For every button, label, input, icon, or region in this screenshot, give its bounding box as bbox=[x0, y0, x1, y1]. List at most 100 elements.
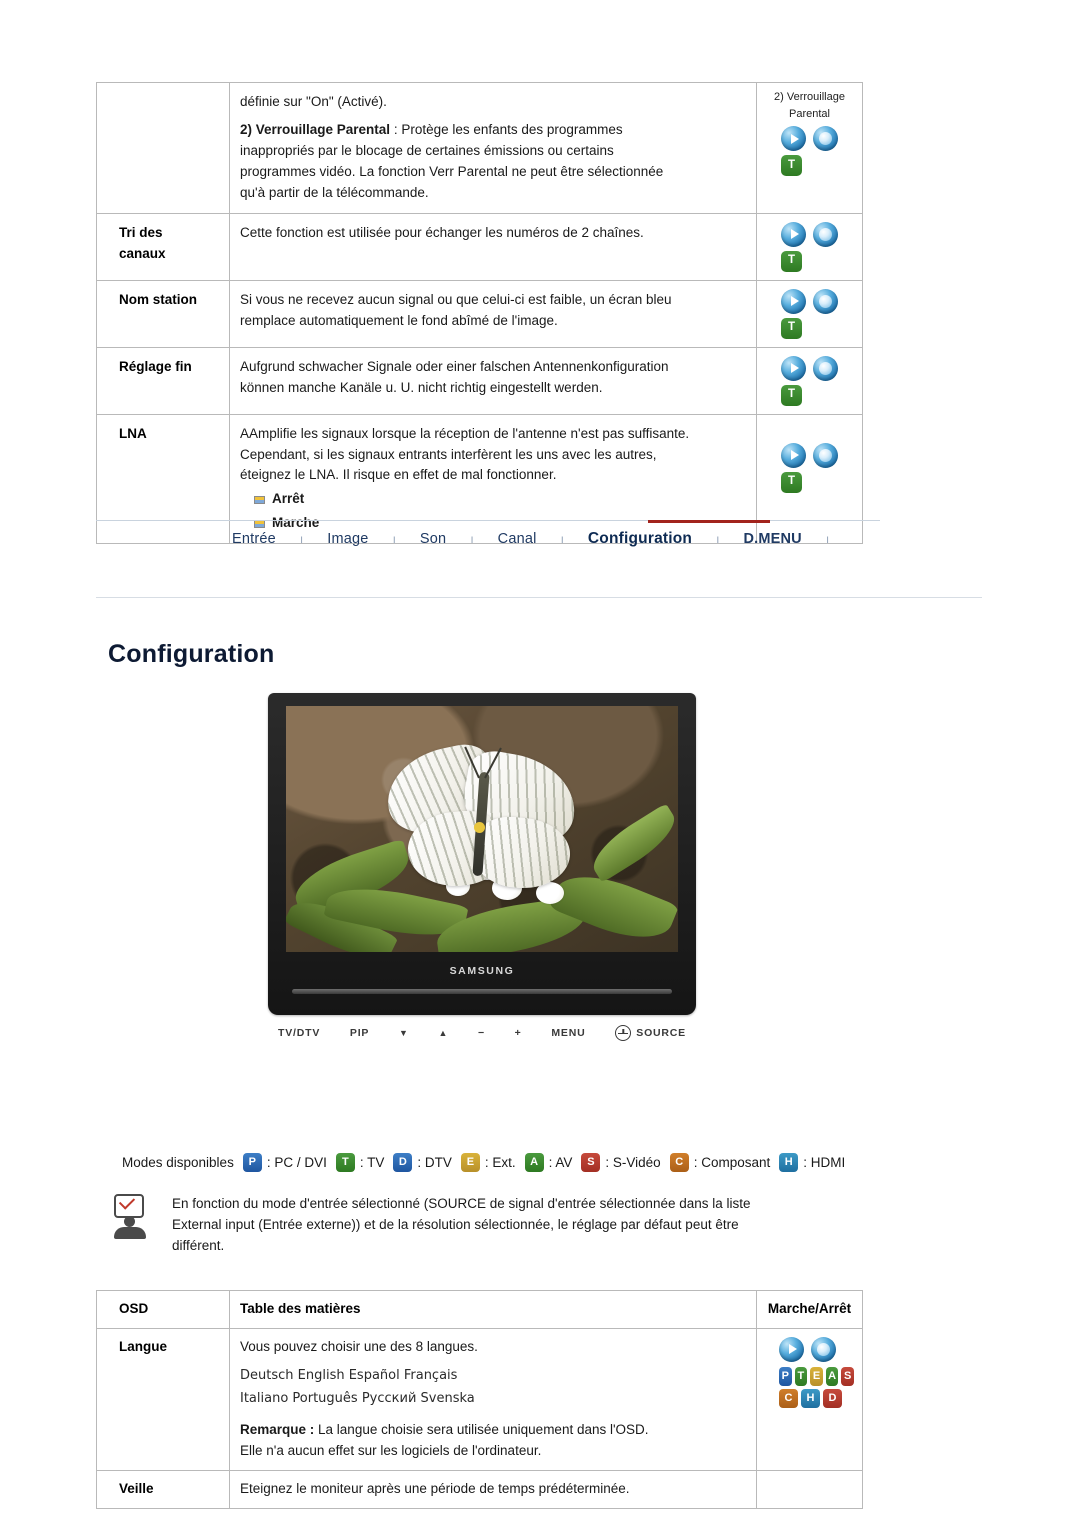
ball-orb-icon bbox=[813, 126, 838, 151]
button-tv-dtv[interactable]: TV/DTV bbox=[278, 1027, 320, 1039]
desc-line: Vous pouvez choisir une des 8 langues. bbox=[240, 1338, 478, 1354]
mode-badge-c-icon: C bbox=[779, 1388, 798, 1408]
button-minus[interactable]: − bbox=[478, 1027, 485, 1039]
desc-line: Si vous ne recevez aucun signal ou que c… bbox=[240, 291, 672, 307]
mode-badge-d-icon: D bbox=[823, 1388, 842, 1408]
brand-logo: SAMSUNG bbox=[449, 965, 515, 977]
nav-separator: ı bbox=[470, 532, 474, 546]
mode-icon-row bbox=[765, 288, 854, 314]
button-down-arrow-icon[interactable]: ▼ bbox=[399, 1028, 409, 1038]
page-title: Configuration bbox=[108, 640, 275, 668]
row-label-cell bbox=[96, 82, 230, 214]
desc-line: können manche Kanäle u. U. nicht richtig… bbox=[240, 379, 603, 395]
option-item: Arrêt bbox=[240, 489, 746, 510]
column-header-contents: Table des matières bbox=[229, 1290, 757, 1329]
mode-icon-row: T bbox=[765, 471, 854, 493]
desc-line: inappropriés par le blocage de certaines… bbox=[240, 142, 614, 158]
desc-line: Cette fonction est utilisée pour échange… bbox=[240, 224, 644, 240]
button-plus[interactable]: + bbox=[515, 1027, 522, 1039]
table-header-row: OSD Table des matières Marche/Arrêt bbox=[96, 1290, 863, 1329]
mode-badge-grid: P T E A S C H D bbox=[765, 1366, 854, 1408]
nav-item-son[interactable]: Son bbox=[414, 531, 452, 547]
row-mode-icons-cell: T bbox=[756, 347, 863, 415]
button-menu[interactable]: MENU bbox=[551, 1027, 585, 1039]
mode-badge-h-icon: H bbox=[801, 1388, 820, 1408]
remark-line: Elle n'a aucun effet sur les logiciels d… bbox=[240, 1443, 542, 1459]
mode-text-composant: : Composant bbox=[693, 1155, 771, 1170]
mode-icon-row: T bbox=[765, 155, 854, 176]
play-orb-icon bbox=[779, 1336, 804, 1362]
row-description-cell: Cette fonction est utilisée pour échange… bbox=[229, 213, 757, 281]
play-orb-icon bbox=[781, 221, 806, 247]
mode-badge-composant-icon: C bbox=[669, 1153, 689, 1172]
column-header-onoff: Marche/Arrêt bbox=[756, 1290, 863, 1329]
row-description-cell: Vous pouvez choisir une des 8 langues. D… bbox=[229, 1327, 757, 1472]
play-orb-icon bbox=[781, 355, 806, 381]
row-description-cell: définie sur "On" (Activé). 2) Verrouilla… bbox=[229, 82, 757, 214]
desc-line: programmes vidéo. La fonction Verr Paren… bbox=[240, 163, 664, 179]
nav-item-entree[interactable]: Entrée bbox=[226, 531, 282, 547]
tv-mode-badge-icon: T bbox=[781, 250, 802, 272]
table-row: Langue Vous pouvez choisir une des 8 lan… bbox=[96, 1327, 863, 1472]
monitor-screen bbox=[286, 706, 678, 952]
row-label-cell: Nom station bbox=[96, 280, 230, 348]
desc-line: 2) Verrouillage Parental : Protège les e… bbox=[240, 121, 623, 137]
mode-badge-hdmi-icon: H bbox=[779, 1153, 799, 1172]
mode-icon-row bbox=[765, 1336, 854, 1362]
nav-separator: ı bbox=[392, 532, 396, 546]
remark-label: Remarque : bbox=[240, 1422, 315, 1438]
note-checklist-icon bbox=[110, 1193, 154, 1240]
nav-item-dmenu[interactable]: D.MENU bbox=[737, 531, 807, 547]
nav-item-image[interactable]: Image bbox=[321, 531, 374, 547]
row-mode-icons-cell: 2) Verrouillage Parental T bbox=[756, 82, 863, 214]
mode-icon-row: T bbox=[765, 250, 854, 272]
button-pip[interactable]: PIP bbox=[350, 1027, 369, 1039]
table-row: Tri des canaux Cette fonction est utilis… bbox=[96, 213, 863, 281]
mode-text-svideo: : S-Vidéo bbox=[605, 1155, 661, 1170]
monitor-bezel: SAMSUNG bbox=[268, 693, 696, 1015]
desc-line: définie sur "On" (Activé). bbox=[240, 94, 387, 109]
remark-line: Remarque : La langue choisie sera utilis… bbox=[240, 1420, 746, 1441]
row-label-line: Tri des bbox=[119, 224, 163, 240]
nav-separator: ı bbox=[825, 532, 830, 546]
button-source-label: SOURCE bbox=[636, 1027, 686, 1039]
row-label-cell: Tri des canaux bbox=[96, 213, 230, 281]
mode-icon-row bbox=[765, 442, 854, 468]
mode-badge-row: C H D bbox=[779, 1388, 854, 1408]
column-header-osd: OSD bbox=[96, 1290, 230, 1329]
mode-badge-p-icon: P bbox=[779, 1366, 792, 1386]
modes-prefix: Modes disponibles bbox=[122, 1155, 234, 1170]
nav-item-canal[interactable]: Canal bbox=[492, 531, 543, 547]
desc-line: AAmplifie les signaux lorsque la récepti… bbox=[240, 425, 690, 441]
mode-text-dtv: : DTV bbox=[417, 1155, 452, 1170]
mode-text-tv: : TV bbox=[359, 1155, 385, 1170]
monitor-illustration: SAMSUNG TV/DTV PIP ▼ ▲ − + MENU SOURCE bbox=[268, 693, 696, 1073]
nav-item-configuration[interactable]: Configuration bbox=[582, 530, 698, 548]
note-line: différent. bbox=[172, 1237, 225, 1253]
page-divider bbox=[96, 597, 982, 598]
row-mode-icons-cell bbox=[756, 1470, 863, 1510]
configuration-table: OSD Table des matières Marche/Arrêt Lang… bbox=[96, 1290, 863, 1510]
nav-active-indicator bbox=[648, 520, 770, 523]
row-label-cell: Réglage fin bbox=[96, 347, 230, 415]
ball-orb-icon bbox=[813, 355, 838, 381]
monitor-button-row[interactable]: TV/DTV PIP ▼ ▲ − + MENU SOURCE bbox=[268, 1025, 696, 1041]
available-modes-legend: Modes disponibles P : PC / DVI T : TV D … bbox=[122, 1153, 849, 1172]
section-nav[interactable]: Entrée ı Image ı Son ı Canal ı Configura… bbox=[96, 520, 880, 558]
remark-rest: La langue choisie sera utilisée uniqueme… bbox=[314, 1422, 649, 1438]
ball-orb-icon bbox=[811, 1336, 836, 1362]
note-line: External input (Entrée externe)) et de l… bbox=[172, 1216, 739, 1232]
desc-line: qu'à partir de la télécommande. bbox=[240, 184, 429, 200]
channel-settings-table: définie sur "On" (Activé). 2) Verrouilla… bbox=[96, 82, 863, 545]
mode-badge-e-icon: E bbox=[810, 1366, 823, 1386]
mode-badge-ext-icon: E bbox=[460, 1153, 480, 1172]
note-block: En fonction du mode d'entrée sélectionné… bbox=[110, 1193, 870, 1257]
ball-orb-icon bbox=[813, 221, 838, 247]
button-source[interactable]: SOURCE bbox=[615, 1025, 686, 1041]
table-row: Nom station Si vous ne recevez aucun sig… bbox=[96, 280, 863, 348]
bullet-marker-icon bbox=[254, 495, 265, 504]
butterfly bbox=[378, 739, 588, 906]
row-description-cell: Aufgrund schwacher Signale oder einer fa… bbox=[229, 347, 757, 415]
butterfly-photo bbox=[286, 706, 678, 952]
button-up-arrow-icon[interactable]: ▲ bbox=[438, 1028, 448, 1038]
